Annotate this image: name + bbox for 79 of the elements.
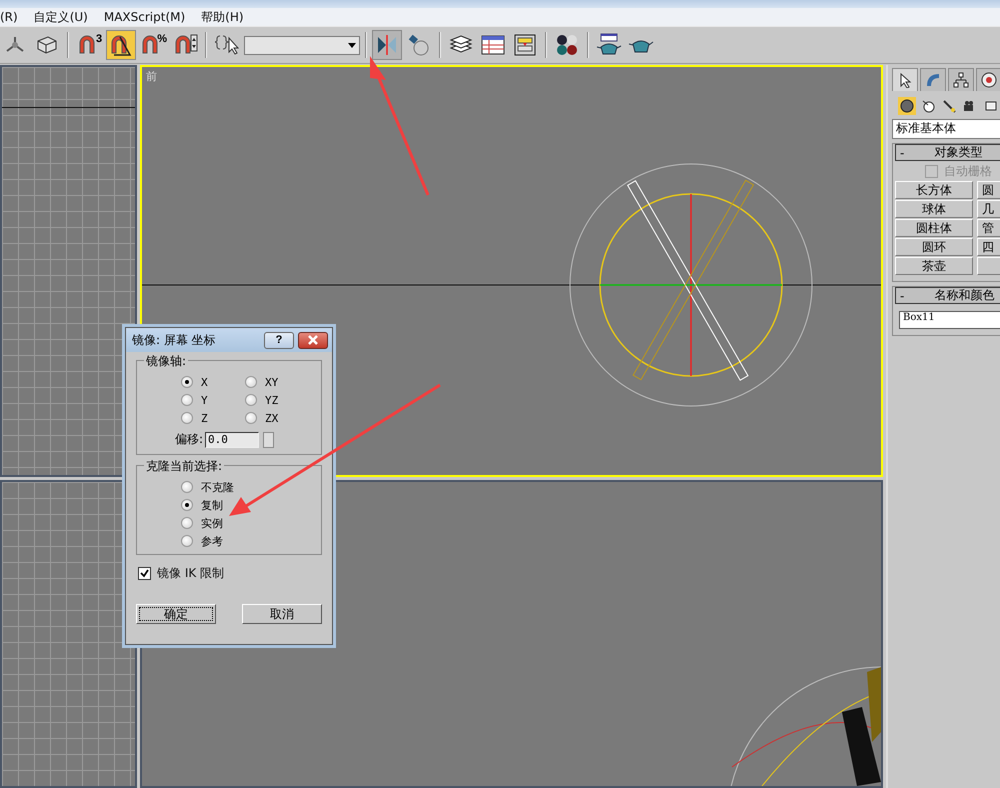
- radio-button[interactable]: [181, 481, 193, 493]
- offset-label: 偏移:: [175, 431, 204, 448]
- arc-icon: [925, 72, 941, 88]
- spheres-icon: [556, 34, 578, 56]
- radio-button[interactable]: [181, 394, 193, 406]
- panel-tab[interactable]: [976, 68, 1000, 91]
- name-field[interactable]: Box11: [899, 311, 1000, 329]
- teapot-window-icon: [596, 33, 622, 57]
- radio-button[interactable]: [245, 376, 257, 388]
- menu-item[interactable]: 自定义(U): [34, 8, 88, 26]
- toolbar-button[interactable]: [106, 30, 136, 60]
- offset-field[interactable]: 0.0: [205, 432, 260, 448]
- light-icon: [942, 99, 956, 113]
- checkbox-label: 自动栅格: [944, 162, 992, 180]
- check-icon: [140, 569, 149, 578]
- radio-button[interactable]: [181, 499, 193, 511]
- mirror-icon: [376, 34, 398, 56]
- radio-label: 参考: [201, 534, 223, 548]
- menu-item[interactable]: 帮助(H): [201, 8, 244, 26]
- toolbar-button[interactable]: 3: [74, 30, 104, 60]
- dialog-button[interactable]: 取消: [242, 604, 322, 624]
- menu-item[interactable]: MAXScript(M): [104, 10, 186, 24]
- layers-icon: [449, 35, 473, 55]
- box-icon: [36, 35, 58, 55]
- radio-label: Y: [201, 394, 208, 406]
- radio-button[interactable]: [245, 412, 257, 424]
- viewport-label: 前: [146, 69, 157, 84]
- radio-button[interactable]: [245, 394, 257, 406]
- rollout-header[interactable]: - 对象类型: [895, 144, 1000, 161]
- align-icon: [407, 34, 431, 56]
- selection-set-dropdown[interactable]: [244, 36, 360, 54]
- radio-button[interactable]: [181, 412, 193, 424]
- wheel-icon: [981, 72, 997, 88]
- radio-button[interactable]: [181, 517, 193, 529]
- shapes-icon: [921, 99, 935, 113]
- spreadsheet-icon: [481, 35, 505, 55]
- object-type-button[interactable]: 长方体: [895, 181, 973, 199]
- category-dropdown[interactable]: 标准基本体: [892, 119, 1000, 139]
- panel-tab[interactable]: [948, 68, 974, 91]
- object-type-button[interactable]: 圆环: [895, 238, 973, 256]
- object-type-button[interactable]: 圆柱体: [895, 219, 973, 237]
- window-icon: [514, 34, 536, 56]
- radio-label: ZX: [265, 412, 278, 424]
- radio-label: X: [201, 376, 208, 388]
- object-type-button[interactable]: 管: [977, 219, 1000, 237]
- snap-label: 3: [96, 33, 102, 45]
- radio-label: Z: [201, 412, 208, 424]
- panel-tab[interactable]: [892, 68, 918, 91]
- radio-label: XY: [265, 376, 278, 388]
- left-viewport[interactable]: [0, 480, 137, 788]
- snap-label: %: [157, 33, 167, 45]
- group-label: 克隆当前选择:: [144, 458, 224, 475]
- object-type-button[interactable]: 圆: [977, 181, 1000, 199]
- close-button[interactable]: [298, 332, 328, 348]
- sphere-icon: [900, 99, 914, 113]
- category-button[interactable]: [898, 97, 916, 115]
- toolbar-button[interactable]: %: [138, 30, 168, 60]
- hierarchy-icon: [953, 72, 969, 88]
- spinner[interactable]: [263, 432, 274, 448]
- radio-label: YZ: [265, 394, 278, 406]
- helper-icon: [984, 99, 998, 113]
- object-type-button[interactable]: 茶壶: [895, 257, 973, 275]
- help-button[interactable]: ?: [264, 332, 294, 348]
- group-label: 镜像轴:: [144, 353, 188, 370]
- radio-button[interactable]: [181, 535, 193, 547]
- dialog-button[interactable]: 确定: [136, 604, 216, 624]
- rollout-header[interactable]: - 名称和颜色: [895, 287, 1000, 304]
- checkbox[interactable]: [138, 567, 151, 580]
- radio-label: 实例: [201, 516, 223, 530]
- object-type-button[interactable]: 几: [977, 200, 1000, 218]
- checkbox-label: 镜像 IK 限制: [157, 565, 224, 582]
- radio-label: 不克隆: [201, 480, 234, 494]
- radio-button[interactable]: [181, 376, 193, 388]
- radio-label: 复制: [201, 498, 223, 512]
- menu-item[interactable]: (R): [0, 10, 18, 24]
- close-icon: [308, 335, 318, 345]
- braces-cursor-icon: [215, 34, 239, 56]
- object-type-button[interactable]: 球体: [895, 200, 973, 218]
- object-type-button[interactable]: 四: [977, 238, 1000, 256]
